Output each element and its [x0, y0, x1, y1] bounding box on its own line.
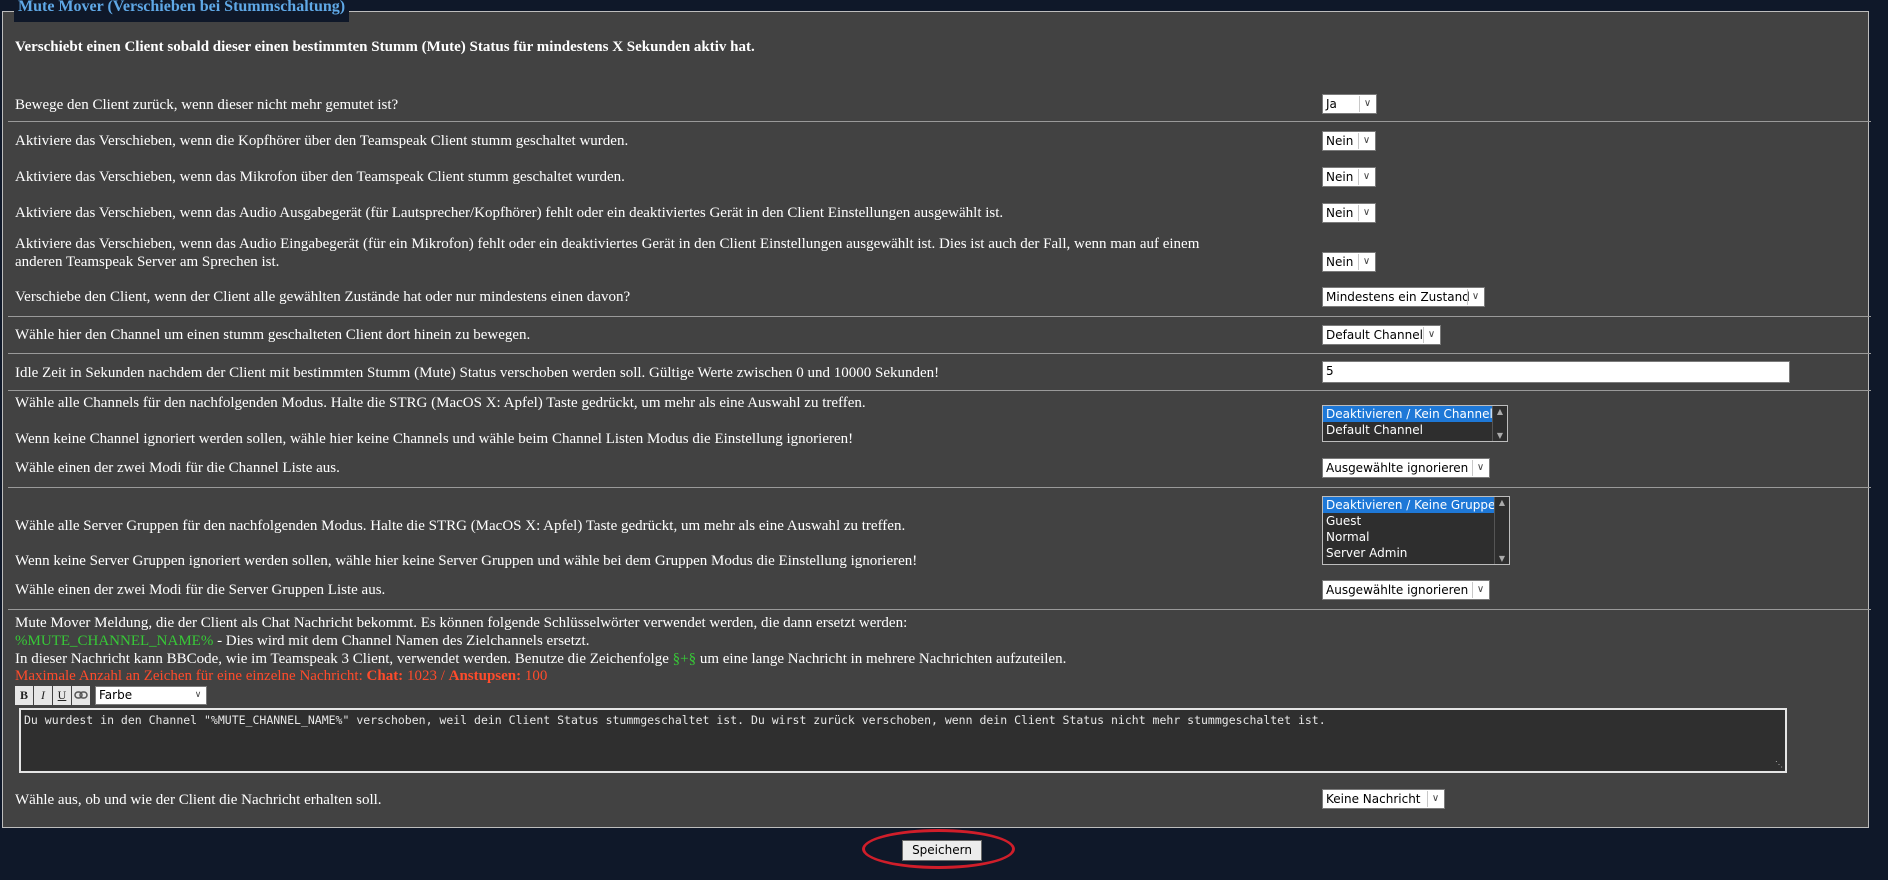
- bbcode-text-pre: In dieser Nachricht kann BBCode, wie im …: [15, 651, 673, 667]
- bbcode-toolbar: B I U Farbe ∨: [15, 686, 207, 706]
- move-back-label: Bewege den Client zurück, wenn dieser ni…: [15, 97, 399, 113]
- microphone-select[interactable]: Nein ∨: [1322, 167, 1376, 187]
- bold-button[interactable]: B: [15, 686, 33, 705]
- channel-mode-label: Wähle einen der zwei Modi für die Channe…: [15, 460, 340, 476]
- headphones-select[interactable]: Nein ∨: [1322, 131, 1376, 151]
- split-token: §+§: [672, 651, 697, 667]
- link-icon[interactable]: [72, 686, 90, 705]
- channel-option[interactable]: Default Channel: [1323, 422, 1507, 438]
- section-description: Verschiebt einen Client sobald dieser ei…: [15, 39, 755, 55]
- underline-button[interactable]: U: [53, 686, 71, 705]
- divider: [8, 316, 1871, 317]
- message-textarea[interactable]: Du wurdest in den Channel "%MUTE_CHANNEL…: [19, 708, 1787, 773]
- group-option[interactable]: Deaktivieren / Keine Gruppe: [1323, 497, 1509, 513]
- channels-listbox[interactable]: Deaktivieren / Kein Channel Default Chan…: [1322, 405, 1508, 442]
- chevron-down-icon: ∨: [1427, 791, 1443, 807]
- italic-button[interactable]: I: [34, 686, 52, 705]
- input-device-label-line2: anderen Teamspeak Server am Sprechen ist…: [15, 254, 280, 270]
- target-channel-select[interactable]: Default Channel ∨: [1322, 325, 1441, 345]
- divider: [8, 609, 1871, 610]
- move-back-value: Ja: [1326, 97, 1337, 111]
- states-mode-value: Mindestens ein Zustand: [1326, 290, 1470, 304]
- chevron-down-icon: ∨: [1358, 254, 1374, 270]
- group-option[interactable]: Server Admin: [1323, 545, 1509, 561]
- channel-option[interactable]: Deaktivieren / Kein Channel: [1323, 406, 1507, 422]
- max-chars-prefix: Maximale Anzahl an Zeichen für eine einz…: [15, 668, 367, 684]
- group-mode-value: Ausgewählte ignorieren: [1326, 583, 1469, 597]
- microphone-value: Nein: [1326, 170, 1354, 184]
- highlight-ring: [862, 829, 1015, 869]
- input-device-value: Nein: [1326, 255, 1354, 269]
- color-select-value: Farbe: [99, 688, 133, 702]
- server-groups-listbox[interactable]: Deaktivieren / Keine Gruppe Guest Normal…: [1322, 496, 1510, 565]
- states-mode-label: Verschiebe den Client, wenn der Client a…: [15, 289, 631, 305]
- poke-value: 100: [521, 668, 548, 684]
- output-device-select[interactable]: Nein ∨: [1322, 203, 1376, 223]
- chevron-down-icon: ∨: [1358, 169, 1374, 185]
- server-groups-label: Wähle alle Server Gruppen für den nachfo…: [15, 518, 906, 534]
- move-back-select[interactable]: Ja ∨: [1322, 94, 1377, 114]
- divider: [8, 121, 1871, 122]
- scroll-up-icon[interactable]: ▲: [1493, 407, 1507, 416]
- group-mode-select[interactable]: Ausgewählte ignorieren ∨: [1322, 580, 1490, 600]
- idle-time-input[interactable]: 5: [1322, 361, 1790, 383]
- headphones-label: Aktiviere das Verschieben, wenn die Kopf…: [15, 133, 629, 149]
- message-keyword-line: %MUTE_CHANNEL_NAME% - Dies wird mit dem …: [15, 632, 589, 650]
- states-mode-select[interactable]: Mindestens ein Zustand ∨: [1322, 287, 1485, 307]
- chat-label: Chat:: [366, 668, 404, 684]
- group-option[interactable]: Guest: [1323, 513, 1509, 529]
- chevron-down-icon: ∨: [1423, 327, 1439, 343]
- section-title: Mute Mover (Verschieben bei Stummschaltu…: [14, 0, 350, 22]
- scroll-down-icon[interactable]: ▼: [1495, 554, 1509, 563]
- divider: [8, 390, 1871, 391]
- chevron-down-icon: ∨: [1358, 133, 1374, 149]
- channel-mode-select[interactable]: Ausgewählte ignorieren ∨: [1322, 458, 1490, 478]
- group-option[interactable]: Normal: [1323, 529, 1509, 545]
- divider: [8, 487, 1871, 488]
- delivery-select[interactable]: Keine Nachricht ∨: [1322, 789, 1445, 809]
- delivery-value: Keine Nachricht: [1326, 792, 1421, 806]
- target-channel-value: Default Channel: [1326, 328, 1423, 342]
- listbox-scrollbar[interactable]: ▲ ▼: [1494, 497, 1509, 564]
- chevron-down-icon: ∨: [1358, 205, 1374, 221]
- chevron-down-icon: ∨: [194, 690, 202, 700]
- chevron-down-icon: ∨: [1472, 460, 1488, 476]
- chat-value: 1023: [403, 668, 437, 684]
- channel-mode-value: Ausgewählte ignorieren: [1326, 461, 1469, 475]
- keyword-description: - Dies wird mit dem Channel Namen des Zi…: [213, 633, 590, 649]
- delivery-label: Wähle aus, ob und wie der Client die Nac…: [15, 792, 382, 808]
- chevron-down-icon: ∨: [1467, 289, 1483, 305]
- idle-time-label: Idle Zeit in Sekunden nachdem der Client…: [15, 365, 940, 381]
- output-device-value: Nein: [1326, 206, 1354, 220]
- poke-label: Anstupsen:: [448, 668, 522, 684]
- channels-label: Wähle alle Channels für den nachfolgende…: [15, 395, 866, 411]
- chevron-down-icon: ∨: [1359, 96, 1375, 112]
- resize-handle-icon[interactable]: ⋱: [1775, 760, 1784, 769]
- scroll-down-icon[interactable]: ▼: [1493, 431, 1507, 440]
- separator: /: [436, 668, 449, 684]
- scroll-up-icon[interactable]: ▲: [1495, 498, 1509, 507]
- chevron-down-icon: ∨: [1472, 582, 1488, 598]
- target-channel-label: Wähle hier den Channel um einen stumm ge…: [15, 327, 531, 343]
- channels-hint: Wenn keine Channel ignoriert werden soll…: [15, 431, 854, 447]
- output-device-label: Aktiviere das Verschieben, wenn das Audi…: [15, 205, 1004, 221]
- group-mode-label: Wähle einen der zwei Modi für die Server…: [15, 582, 386, 598]
- message-intro: Mute Mover Meldung, die der Client als C…: [15, 615, 908, 631]
- divider: [8, 353, 1871, 354]
- server-groups-hint: Wenn keine Server Gruppen ignoriert werd…: [15, 553, 918, 569]
- input-device-label-line1: Aktiviere das Verschieben, wenn das Audi…: [15, 236, 1200, 252]
- microphone-label: Aktiviere das Verschieben, wenn das Mikr…: [15, 169, 625, 185]
- message-bbcode-line: In dieser Nachricht kann BBCode, wie im …: [15, 650, 1066, 668]
- max-chars-line: Maximale Anzahl an Zeichen für eine einz…: [15, 667, 547, 685]
- listbox-scrollbar[interactable]: ▲ ▼: [1492, 406, 1507, 441]
- color-select[interactable]: Farbe ∨: [95, 686, 207, 705]
- headphones-value: Nein: [1326, 134, 1354, 148]
- input-device-select[interactable]: Nein ∨: [1322, 252, 1376, 272]
- bbcode-text-post: um eine lange Nachricht in mehrere Nachr…: [696, 651, 1067, 667]
- keyword-token: %MUTE_CHANNEL_NAME%: [15, 633, 214, 649]
